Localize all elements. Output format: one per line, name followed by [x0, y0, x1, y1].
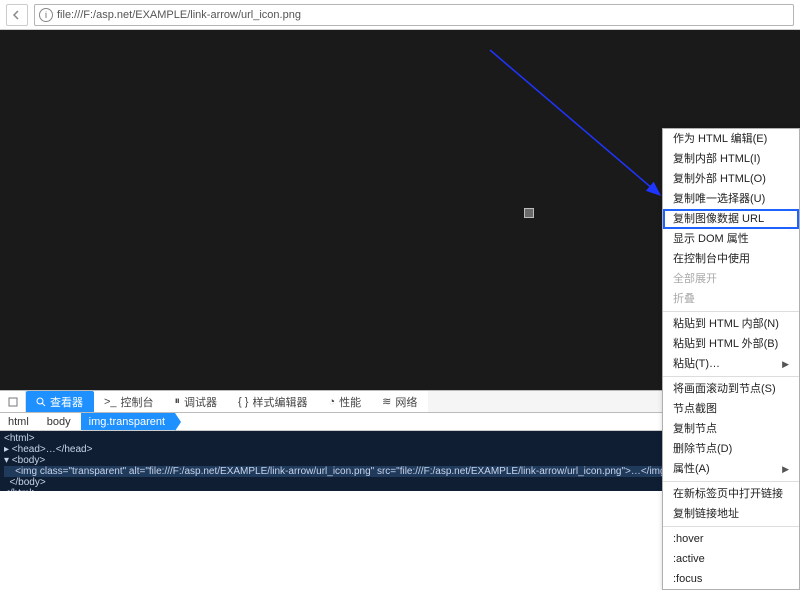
- ctx-expand-all: 全部展开: [663, 269, 799, 289]
- ctx-sep: [663, 526, 799, 527]
- ctx-paste-outer[interactable]: 粘贴到 HTML 外部(B): [663, 334, 799, 354]
- ctx-sep: [663, 311, 799, 312]
- submenu-arrow-icon: ▶: [782, 462, 789, 476]
- ctx-focus[interactable]: :focus: [663, 569, 799, 589]
- tab-console-label: 控制台: [121, 394, 154, 410]
- ctx-paste-inner[interactable]: 粘贴到 HTML 内部(N): [663, 314, 799, 334]
- ctx-delete-node[interactable]: 删除节点(D): [663, 439, 799, 459]
- debugger-icon: ⏸: [175, 395, 181, 408]
- ctx-open-link-newtab[interactable]: 在新标签页中打开链接: [663, 484, 799, 504]
- tab-debugger[interactable]: ⏸ 调试器: [165, 391, 229, 412]
- ctx-copy-link-address[interactable]: 复制链接地址: [663, 504, 799, 524]
- network-icon: ≋: [382, 395, 391, 408]
- ctx-copy-node[interactable]: 复制节点: [663, 419, 799, 439]
- ctx-attrs-sub[interactable]: 属性(A)▶: [663, 459, 799, 479]
- inspector-icon: [36, 397, 46, 407]
- crumb-body[interactable]: body: [39, 413, 81, 430]
- devtools-close-icon[interactable]: [0, 391, 26, 412]
- ctx-scroll-into-view[interactable]: 将画面滚动到节点(S): [663, 379, 799, 399]
- ctx-collapse: 折叠: [663, 289, 799, 309]
- tab-perf-label: 性能: [339, 394, 361, 410]
- ctx-hover[interactable]: :hover: [663, 529, 799, 549]
- ctx-show-dom-props[interactable]: 显示 DOM 属性: [663, 229, 799, 249]
- tab-inspector-label: 查看器: [50, 394, 83, 410]
- tab-perf[interactable]: ◔ 性能: [318, 391, 372, 412]
- ctx-copy-unique-selector[interactable]: 复制唯一选择器(U): [663, 189, 799, 209]
- ctx-paste-sub[interactable]: 粘贴(T)…▶: [663, 354, 799, 374]
- crumb-html[interactable]: html: [0, 413, 39, 430]
- console-icon: >_: [104, 396, 117, 408]
- url-box: i: [34, 4, 794, 26]
- style-icon: { }: [238, 396, 248, 408]
- image-preview[interactable]: [524, 208, 534, 218]
- tab-network-label: 网络: [395, 394, 417, 410]
- ctx-copy-inner-html[interactable]: 复制内部 HTML(I): [663, 149, 799, 169]
- perf-icon: ◔: [328, 396, 335, 408]
- tab-network[interactable]: ≋ 网络: [372, 391, 428, 412]
- tab-console[interactable]: >_ 控制台: [94, 391, 165, 412]
- ctx-sep: [663, 481, 799, 482]
- ctx-edit-as-html[interactable]: 作为 HTML 编辑(E): [663, 129, 799, 149]
- address-bar: i: [0, 0, 800, 30]
- tab-debugger-label: 调试器: [184, 394, 217, 410]
- crumb-img[interactable]: img.transparent: [81, 413, 175, 430]
- ctx-active[interactable]: :active: [663, 549, 799, 569]
- ctx-copy-outer-html[interactable]: 复制外部 HTML(O): [663, 169, 799, 189]
- info-icon[interactable]: i: [39, 8, 53, 22]
- submenu-arrow-icon: ▶: [782, 357, 789, 371]
- ctx-node-screenshot[interactable]: 节点截图: [663, 399, 799, 419]
- back-arrow-icon: [11, 9, 23, 21]
- url-input[interactable]: [57, 9, 789, 21]
- ctx-sep: [663, 376, 799, 377]
- ctx-use-in-console[interactable]: 在控制台中使用: [663, 249, 799, 269]
- context-menu: 作为 HTML 编辑(E) 复制内部 HTML(I) 复制外部 HTML(O) …: [662, 128, 800, 590]
- back-button[interactable]: [6, 4, 28, 26]
- tab-style-label: 样式编辑器: [252, 394, 307, 410]
- ctx-copy-image-data-url[interactable]: 复制图像数据 URL: [663, 209, 799, 229]
- tab-style[interactable]: { } 样式编辑器: [228, 391, 318, 412]
- tab-inspector[interactable]: 查看器: [26, 391, 94, 412]
